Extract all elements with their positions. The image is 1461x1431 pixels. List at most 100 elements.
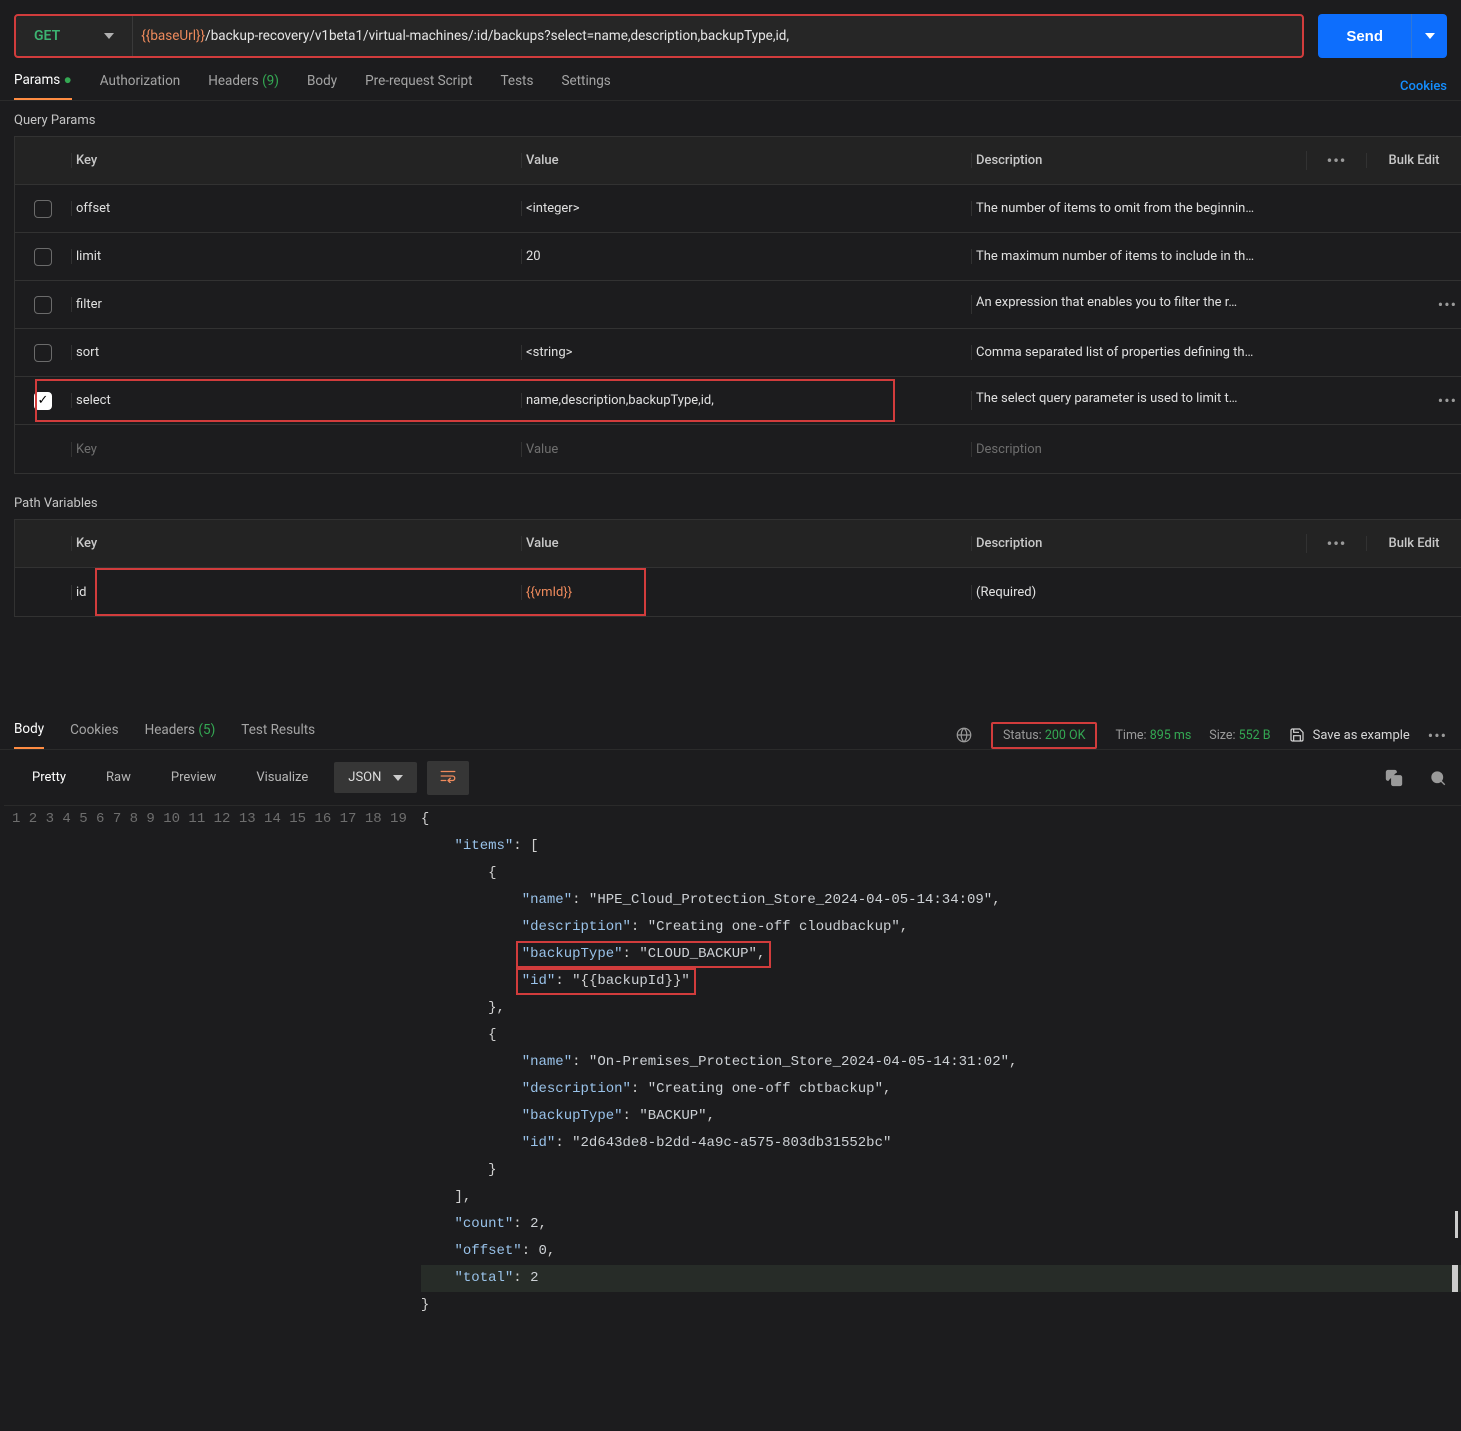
chevron-down-icon — [104, 33, 114, 39]
table-row: sort <string> Comma separated list of pr… — [15, 329, 1461, 377]
param-desc-wrap: An expression that enables you to filter… — [971, 295, 1461, 314]
query-params-table: Key Value Description ••• Bulk Edit offs… — [14, 136, 1461, 474]
new-desc[interactable]: Description — [971, 442, 1461, 457]
new-key[interactable]: Key — [71, 442, 521, 457]
table-row: id {{vmId}} (Required) — [15, 568, 1461, 616]
format-select[interactable]: JSON — [334, 762, 417, 793]
resp-tab-tests[interactable]: Test Results — [241, 722, 315, 748]
globe-icon[interactable] — [955, 726, 973, 744]
param-desc-wrap: The select query parameter is used to li… — [971, 391, 1461, 410]
send-button[interactable]: Send — [1318, 14, 1411, 58]
table-header: Key Value Description ••• Bulk Edit — [15, 520, 1461, 568]
url-path: /backup-recovery/v1beta1/virtual-machine… — [205, 28, 789, 44]
http-method-label: GET — [34, 28, 60, 44]
col-key: Key — [71, 536, 521, 551]
tab-tests[interactable]: Tests — [501, 73, 534, 99]
url-variable: {{baseUrl}} — [141, 28, 205, 44]
param-key[interactable]: limit — [71, 249, 521, 264]
tab-settings[interactable]: Settings — [561, 73, 610, 99]
wrap-button[interactable] — [427, 761, 469, 795]
http-method-select[interactable]: GET — [16, 16, 132, 56]
param-key[interactable]: select — [71, 393, 521, 408]
more-icon[interactable]: ••• — [1428, 726, 1447, 745]
param-desc[interactable]: The select query parameter is used to li… — [976, 391, 1432, 410]
bulk-edit-link[interactable]: Bulk Edit — [1366, 536, 1461, 551]
param-desc[interactable]: An expression that enables you to filter… — [976, 295, 1432, 314]
param-key[interactable]: offset — [71, 201, 521, 216]
url-row: GET {{baseUrl}}/backup-recovery/v1beta1/… — [14, 14, 1304, 58]
save-as-example-button[interactable]: Save as example — [1289, 727, 1410, 743]
pathvar-key[interactable]: id — [71, 585, 521, 600]
tab-params[interactable]: Params ● — [14, 72, 72, 100]
send-dropdown-button[interactable] — [1411, 14, 1447, 58]
table-row: ✓ select name,description,backupType,id,… — [15, 377, 1461, 425]
table-row: filter An expression that enables you to… — [15, 281, 1461, 329]
table-row: limit 20 The maximum number of items to … — [15, 233, 1461, 281]
view-raw[interactable]: Raw — [88, 760, 149, 795]
send-button-group: Send — [1318, 14, 1447, 58]
param-value[interactable]: 20 — [521, 249, 971, 264]
wrap-icon — [439, 769, 457, 783]
url-input[interactable]: {{baseUrl}}/backup-recovery/v1beta1/virt… — [132, 16, 1302, 56]
size-pair: Size: 552 B — [1209, 728, 1270, 743]
table-header: Key Value Description ••• Bulk Edit — [15, 137, 1461, 185]
col-description: Description — [971, 536, 1306, 551]
path-variables-table: Key Value Description ••• Bulk Edit id {… — [14, 519, 1461, 617]
row-checkbox[interactable]: ✓ — [34, 392, 52, 410]
param-desc[interactable]: The number of items to omit from the beg… — [971, 201, 1461, 216]
chevron-down-icon — [393, 775, 403, 781]
pathvar-desc[interactable]: (Required) — [971, 585, 1461, 600]
view-preview[interactable]: Preview — [153, 760, 234, 795]
code-body: { "items": [ { "name": "HPE_Cloud_Protec… — [421, 805, 1461, 1319]
view-pretty[interactable]: Pretty — [14, 760, 84, 795]
response-tab-strip: Body Cookies Headers (5) Test Results St… — [0, 707, 1461, 750]
param-key[interactable]: sort — [71, 345, 521, 360]
row-checkbox[interactable] — [34, 200, 52, 218]
params-change-dot: ● — [64, 72, 72, 88]
row-checkbox[interactable] — [34, 248, 52, 266]
scrollbar-caret[interactable] — [1455, 1211, 1458, 1238]
bulk-edit-link[interactable]: Bulk Edit — [1366, 153, 1461, 168]
tab-headers[interactable]: Headers (9) — [208, 73, 279, 99]
param-desc[interactable]: The maximum number of items to include i… — [971, 249, 1461, 264]
tab-authorization[interactable]: Authorization — [100, 73, 180, 99]
response-body-viewer[interactable]: 1 2 3 4 5 6 7 8 9 10 11 12 13 14 15 16 1… — [0, 805, 1461, 1319]
copy-icon[interactable] — [1385, 769, 1403, 787]
col-value: Value — [521, 153, 971, 168]
tab-body[interactable]: Body — [307, 73, 337, 99]
cookies-link[interactable]: Cookies — [1400, 79, 1447, 94]
table-row: offset <integer> The number of items to … — [15, 185, 1461, 233]
param-value[interactable]: <string> — [521, 345, 971, 360]
resp-tab-body[interactable]: Body — [14, 721, 44, 749]
path-variables-title: Path Variables — [0, 474, 1461, 519]
status-pair: Status: 200 OK — [991, 722, 1098, 749]
row-checkbox[interactable] — [34, 296, 52, 314]
response-view-strip: Pretty Raw Preview Visualize JSON — [0, 750, 1461, 805]
param-value[interactable]: <integer> — [521, 201, 971, 216]
table-row-new: Key Value Description — [15, 425, 1461, 473]
more-icon[interactable]: ••• — [1438, 295, 1457, 314]
view-visualize[interactable]: Visualize — [238, 760, 326, 795]
save-icon — [1289, 727, 1305, 743]
col-key: Key — [71, 153, 521, 168]
param-value[interactable]: name,description,backupType,id, — [521, 393, 971, 408]
param-key[interactable]: filter — [71, 297, 521, 312]
more-icon[interactable]: ••• — [1327, 151, 1347, 170]
tab-prerequest[interactable]: Pre-request Script — [365, 73, 472, 99]
more-icon[interactable]: ••• — [1327, 534, 1347, 553]
row-checkbox[interactable] — [34, 344, 52, 362]
param-desc[interactable]: Comma separated list of properties defin… — [971, 345, 1461, 360]
resp-tab-headers[interactable]: Headers (5) — [145, 722, 216, 748]
search-icon[interactable] — [1429, 769, 1447, 787]
pathvar-value[interactable]: {{vmId}} — [521, 585, 971, 600]
more-icon[interactable]: ••• — [1438, 391, 1457, 410]
resp-tab-cookies[interactable]: Cookies — [70, 722, 118, 748]
new-value[interactable]: Value — [521, 442, 971, 457]
chevron-down-icon — [1425, 33, 1435, 39]
line-gutter: 1 2 3 4 5 6 7 8 9 10 11 12 13 14 15 16 1… — [4, 805, 421, 1319]
request-tab-strip: Params ● Authorization Headers (9) Body … — [0, 58, 1461, 101]
col-value: Value — [521, 536, 971, 551]
col-description: Description — [971, 153, 1306, 168]
text-cursor — [1452, 1265, 1458, 1292]
query-params-title: Query Params — [0, 101, 1461, 136]
